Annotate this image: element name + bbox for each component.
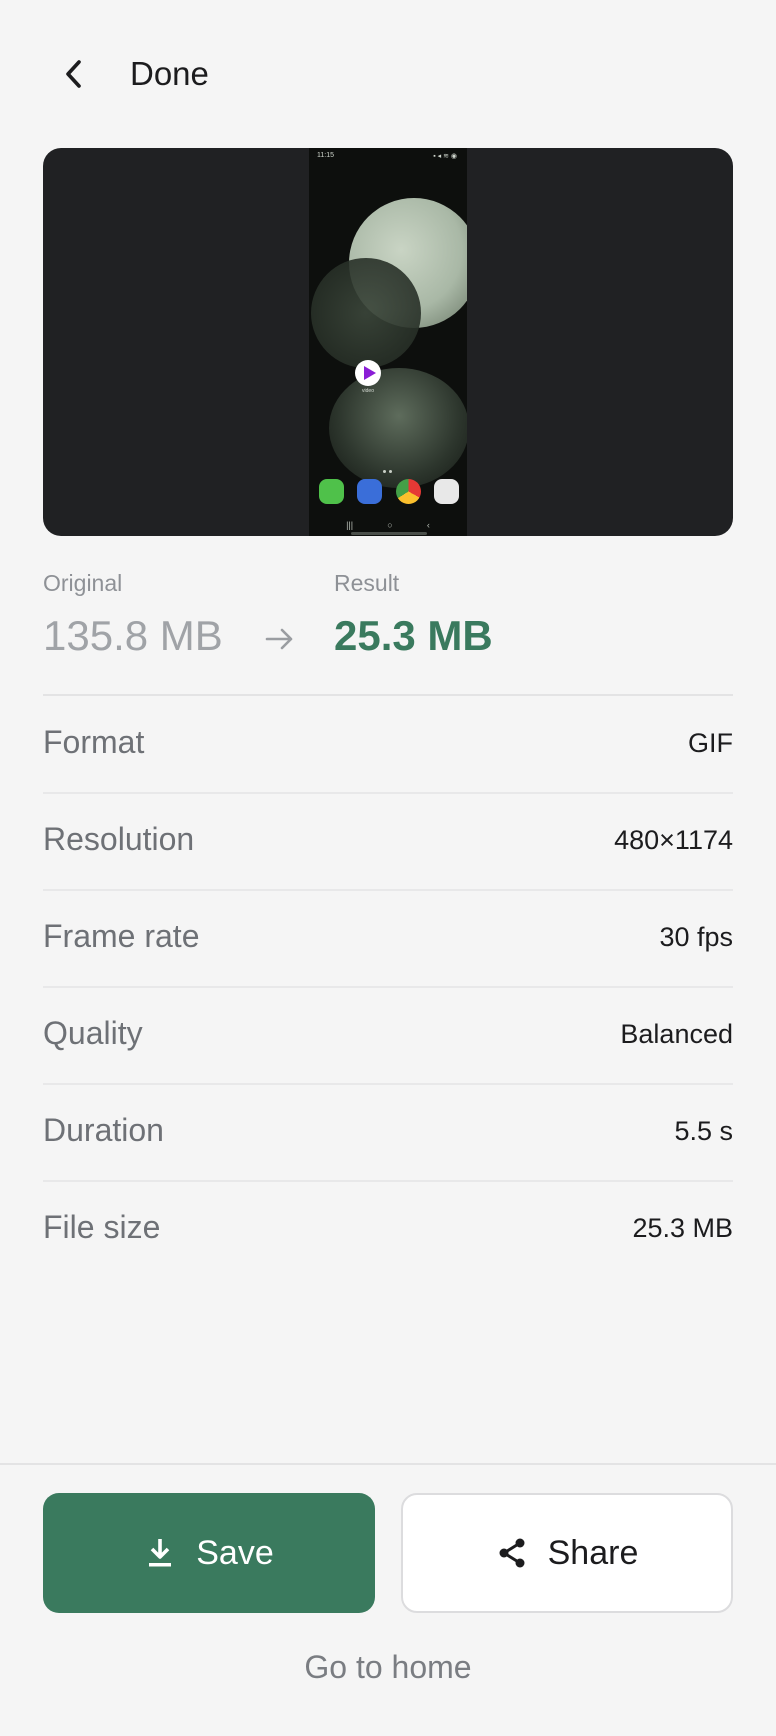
wallpaper-shape xyxy=(311,258,421,368)
detail-value: GIF xyxy=(688,728,733,758)
size-comparison: Original 135.8 MB Result 25.3 MB xyxy=(43,570,733,670)
back-button[interactable] xyxy=(52,52,96,96)
detail-value: 5.5 s xyxy=(674,1116,733,1146)
camera-app-icon xyxy=(433,479,459,504)
result-size: 25.3 MB xyxy=(334,612,493,659)
action-bar: Save Share Go to home xyxy=(0,1463,776,1736)
detail-key: Resolution xyxy=(43,821,195,857)
home-icon: ○ xyxy=(387,520,393,530)
detail-value: 30 fps xyxy=(659,922,733,952)
play-icon xyxy=(355,360,381,386)
preview-status-time: 11:15 xyxy=(317,152,334,159)
top-bar: Done xyxy=(0,0,776,150)
detail-row-frame-rate: Frame rate 30 fps xyxy=(43,890,733,988)
detail-value: 25.3 MB xyxy=(632,1213,733,1243)
page-indicator xyxy=(383,460,395,473)
browser-app-icon xyxy=(395,479,421,504)
detail-row-quality: Quality Balanced xyxy=(43,987,733,1085)
detail-row-resolution: Resolution 480×1174 xyxy=(43,793,733,891)
detail-row-format: Format GIF xyxy=(43,696,733,794)
detail-key: Quality xyxy=(43,1015,143,1051)
preview-app-label: video xyxy=(362,388,374,394)
detail-key: Format xyxy=(43,724,145,760)
detail-key: File size xyxy=(43,1209,161,1245)
video-preview[interactable]: 11:15 ▪ ◂ ≋ ◉ video ||| ○ ‹ xyxy=(43,148,733,536)
detail-key: Duration xyxy=(43,1112,164,1148)
phone-app-icon xyxy=(319,479,344,504)
save-button[interactable]: Save xyxy=(43,1493,375,1613)
go-to-home-link[interactable]: Go to home xyxy=(0,1649,776,1686)
share-label: Share xyxy=(547,1533,639,1572)
detail-row-duration: Duration 5.5 s xyxy=(43,1084,733,1182)
download-icon xyxy=(144,1537,176,1569)
back-icon: ‹ xyxy=(426,520,430,530)
preview-nav-bar: ||| ○ ‹ xyxy=(329,520,447,530)
wallpaper-shape xyxy=(329,368,467,488)
recents-icon: ||| xyxy=(346,520,354,530)
detail-value: 480×1174 xyxy=(614,825,733,855)
preview-dock xyxy=(319,479,459,505)
chevron-left-icon xyxy=(66,60,81,88)
share-icon xyxy=(496,1537,528,1569)
preview-frame: 11:15 ▪ ◂ ≋ ◉ video ||| ○ ‹ xyxy=(309,148,467,536)
detail-value: Balanced xyxy=(620,1019,733,1049)
original-size: 135.8 MB xyxy=(43,612,223,659)
scrub-handle xyxy=(351,532,427,535)
messages-app-icon xyxy=(357,479,383,504)
save-label: Save xyxy=(196,1533,274,1572)
arrow-right-icon xyxy=(265,628,293,650)
original-label: Original xyxy=(43,570,123,596)
page-title: Done xyxy=(130,55,209,92)
preview-status-bar: 11:15 ▪ ◂ ≋ ◉ xyxy=(317,152,459,164)
detail-row-file-size: File size 25.3 MB xyxy=(43,1181,733,1277)
result-label: Result xyxy=(334,570,400,596)
status-icons: ▪ ◂ ≋ ◉ xyxy=(433,153,457,160)
share-button[interactable]: Share xyxy=(401,1493,733,1613)
detail-key: Frame rate xyxy=(43,918,200,954)
